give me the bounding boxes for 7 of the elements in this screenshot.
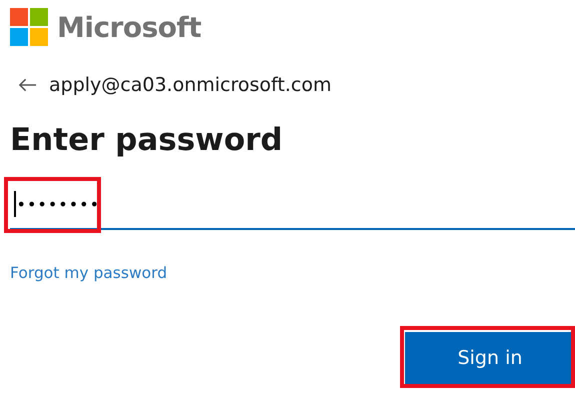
account-email: apply@ca03.onmicrosoft.com [49, 74, 332, 96]
back-arrow-icon[interactable] [18, 77, 37, 93]
password-field[interactable]: •••••••• [10, 180, 575, 230]
page-title: Enter password [10, 121, 284, 160]
forgot-password-link[interactable]: Forgot my password [10, 264, 168, 282]
brand-name: Microsoft [57, 10, 202, 44]
logo-icon [10, 8, 48, 46]
